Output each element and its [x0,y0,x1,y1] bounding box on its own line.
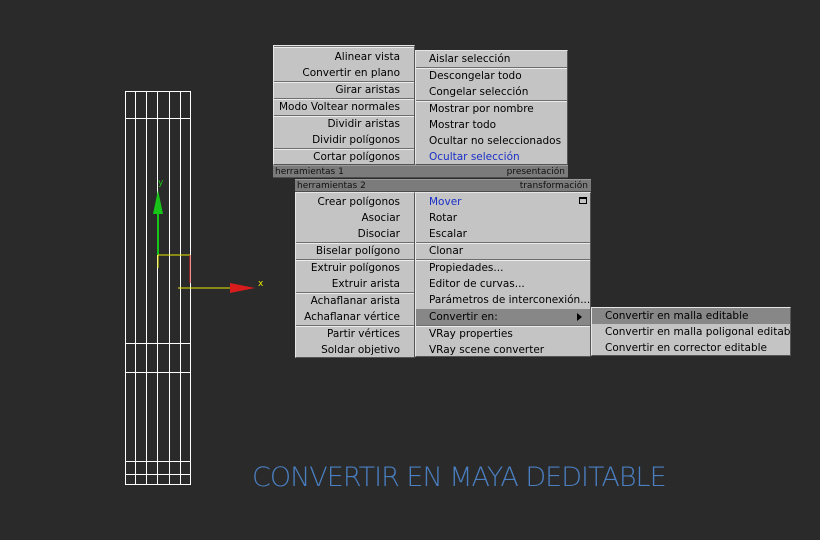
menu-item-convertir-en-plano[interactable]: Convertir en plano [274,65,414,81]
menu-item-parametros-de-interconexion[interactable]: Parámetros de interconexión... [416,292,590,308]
menu-item-modo-voltear-normales[interactable]: Modo Voltear normales [274,99,414,115]
submenu-convertir-en: Convertir en malla editable Convertir en… [591,307,791,356]
header-herramientas1: herramientas 1 [275,167,344,177]
menu-item-mostrar-por-nombre[interactable]: Mostrar por nombre [416,101,567,117]
quad-header-bottom: herramientas 2 transformación [295,179,591,192]
menu-item-descongelar-todo[interactable]: Descongelar todo [416,68,567,84]
menu-item-mover[interactable]: Mover [416,194,590,210]
menu-item-ocultar-no-seleccionados[interactable]: Ocultar no seleccionados [416,133,567,149]
menu-item-clonar[interactable]: Clonar [416,243,590,259]
menu-item-convertir-en[interactable]: Convertir en: [416,309,590,325]
menu-item-achaflanar-vertice[interactable]: Achaflanar vértice [296,309,414,325]
menu-item-alinear-vista[interactable]: Alinear vista [274,49,414,65]
menu-item-achaflanar-arista[interactable]: Achaflanar arista [296,293,414,309]
quad-herramientas1: Alinear vista Convertir en plano Girar a… [273,45,415,165]
header-presentacion: presentación [506,167,565,177]
quad-herramientas2: Crear polígonos Asociar Disociar Biselar… [295,192,415,358]
menu-item-mostrar-todo[interactable]: Mostrar todo [416,117,567,133]
axis-x-label: x [258,279,264,289]
caption-text: CONVERTIR EN MAYA DEDITABLE [252,462,667,493]
submenu-arrow-icon [577,313,582,321]
menu-item-ocultar-seleccion[interactable]: Ocultar selección [416,149,567,165]
menu-item-escalar[interactable]: Escalar [416,226,590,242]
menu-item-convertir-malla-editable[interactable]: Convertir en malla editable [592,308,790,324]
menu-item-biselar-poligono[interactable]: Biselar polígono [296,243,414,259]
menu-item-propiedades[interactable]: Propiedades... [416,260,590,276]
menu-item-dividir-aristas[interactable]: Dividir aristas [274,116,414,132]
menu-item-convertir-malla-poligonal-editable[interactable]: Convertir en malla poligonal editable [592,324,790,340]
menu-item-editor-de-curvas[interactable]: Editor de curvas... [416,276,590,292]
axis-y-label: y [158,178,164,188]
quad-header-top: herramientas 1 presentación [273,165,568,178]
menu-item-extruir-poligonos[interactable]: Extruir polígonos [296,260,414,276]
menu-item-disociar[interactable]: Disociar [296,226,414,242]
menu-item-cortar-poligonos[interactable]: Cortar polígonos [274,149,414,165]
menu-item-convertir-corrector-editable[interactable]: Convertir en corrector editable [592,340,790,356]
menu-item-convertir-en-label: Convertir en: [429,311,498,323]
window-icon[interactable] [579,197,587,204]
menu-item-congelar-seleccion[interactable]: Congelar selección [416,84,567,100]
menu-item-aislar-seleccion[interactable]: Aislar selección [416,51,567,67]
menu-item-girar-aristas[interactable]: Girar aristas [274,82,414,98]
quad-transformacion: Mover Rotar Escalar Clonar Propiedades..… [415,192,591,357]
menu-item-soldar-objetivo[interactable]: Soldar objetivo [296,342,414,358]
menu-item-vray-properties[interactable]: VRay properties [416,326,590,342]
quad-presentacion: Aislar selección Descongelar todo Congel… [415,50,568,165]
menu-item-partir-vertices[interactable]: Partir vértices [296,326,414,342]
menu-item-extruir-arista[interactable]: Extruir arista [296,276,414,292]
menu-item-crear-poligonos[interactable]: Crear polígonos [296,194,414,210]
menu-item-asociar[interactable]: Asociar [296,210,414,226]
menu-item-vray-scene-converter[interactable]: VRay scene converter [416,342,590,358]
menu-item-rotar[interactable]: Rotar [416,210,590,226]
menu-item-dividir-poligonos[interactable]: Dividir polígonos [274,132,414,148]
